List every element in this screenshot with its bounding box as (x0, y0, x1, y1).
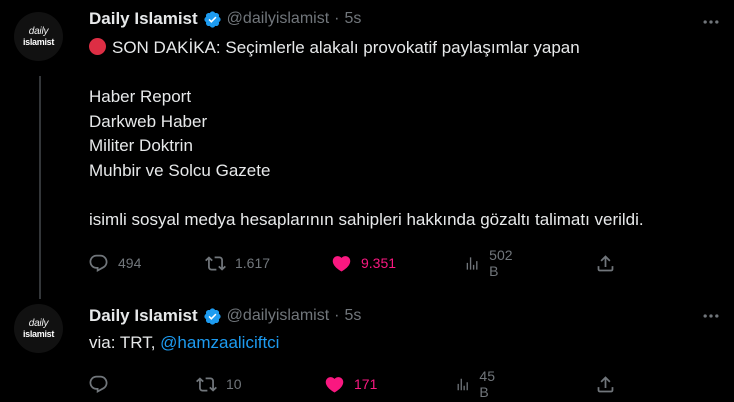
tweet-header: Daily Islamist @dailyislamist · 5s (89, 306, 361, 326)
author-handle[interactable]: @dailyislamist (227, 307, 329, 325)
tweet-text: SON DAKİKA: Seçimlerle alakalı provokati… (89, 36, 644, 232)
avatar[interactable]: daily islamist (14, 12, 63, 61)
mention-link[interactable]: @hamzaaliciftci (160, 333, 279, 352)
red-circle-icon (89, 38, 106, 55)
views-button[interactable]: 502 B (464, 247, 517, 279)
reply-count: 494 (118, 255, 142, 271)
tweet-line-3: Darkweb Haber (89, 111, 208, 131)
share-button[interactable] (595, 372, 616, 396)
thread-line (39, 76, 41, 299)
more-icon[interactable] (698, 303, 724, 329)
views-icon (466, 256, 478, 270)
like-count: 171 (354, 376, 378, 392)
like-button[interactable]: 9.351 (331, 251, 396, 275)
author-handle[interactable]: @dailyislamist (227, 10, 329, 28)
verified-badge-icon (204, 10, 221, 28)
retweet-button[interactable]: 10 (196, 372, 242, 396)
tweet-text-prefix: via: TRT, (89, 333, 161, 352)
timestamp[interactable]: 5s (344, 10, 361, 28)
reply-icon (89, 254, 108, 272)
author-name[interactable]: Daily Islamist (89, 306, 198, 326)
retweet-icon (196, 376, 217, 392)
tweet-line-1: SON DAKİKA: Seçimlerle alakalı provokati… (112, 38, 580, 57)
tweet[interactable]: daily islamist Daily Islamist @dailyisla… (0, 0, 734, 299)
heart-icon (332, 255, 351, 272)
view-count: 502 B (489, 247, 513, 279)
views-icon (457, 378, 468, 390)
retweet-button[interactable]: 1.617 (205, 251, 270, 275)
reply-button[interactable]: 494 (88, 251, 141, 275)
separator-dot: · (334, 10, 340, 27)
tweet-line-5: Muhbir ve Solcu Gazete (89, 160, 271, 180)
reply-icon (89, 375, 108, 393)
avatar-text-daily: daily (28, 25, 49, 37)
share-button[interactable] (595, 251, 616, 275)
retweet-count: 1.617 (235, 255, 271, 271)
tweet-line-2: Haber Report (89, 87, 192, 106)
timestamp[interactable]: 5s (344, 307, 361, 325)
author-name[interactable]: Daily Islamist (89, 9, 198, 29)
tweet[interactable]: daily islamist Daily Islamist @dailyisla… (0, 292, 734, 402)
avatar-text-islamist: islamist (22, 36, 55, 47)
tweet-text: via: TRT, @hamzaaliciftci (89, 331, 279, 356)
avatar[interactable]: daily islamist (14, 304, 63, 353)
verified-badge-icon (204, 307, 221, 325)
view-count: 45 B (479, 368, 495, 400)
like-count: 9.351 (361, 255, 397, 271)
like-button[interactable]: 171 (324, 372, 377, 396)
retweet-icon (205, 255, 226, 271)
share-icon (597, 254, 614, 271)
tweet-header: Daily Islamist @dailyislamist · 5s (89, 9, 361, 29)
avatar-text-islamist: islamist (22, 328, 55, 339)
retweet-count: 10 (226, 376, 242, 392)
more-icon[interactable] (698, 9, 724, 35)
share-icon (597, 375, 614, 392)
avatar-text-daily: daily (28, 317, 49, 329)
separator-dot: · (334, 307, 340, 324)
views-button[interactable]: 45 B (455, 368, 501, 400)
tweet-line-4: Militer Doktrin (89, 136, 193, 155)
tweet-line-6: isimli sosyal medya hesaplarının sahiple… (89, 209, 644, 229)
reply-button[interactable] (88, 372, 118, 396)
heart-icon (325, 376, 344, 393)
